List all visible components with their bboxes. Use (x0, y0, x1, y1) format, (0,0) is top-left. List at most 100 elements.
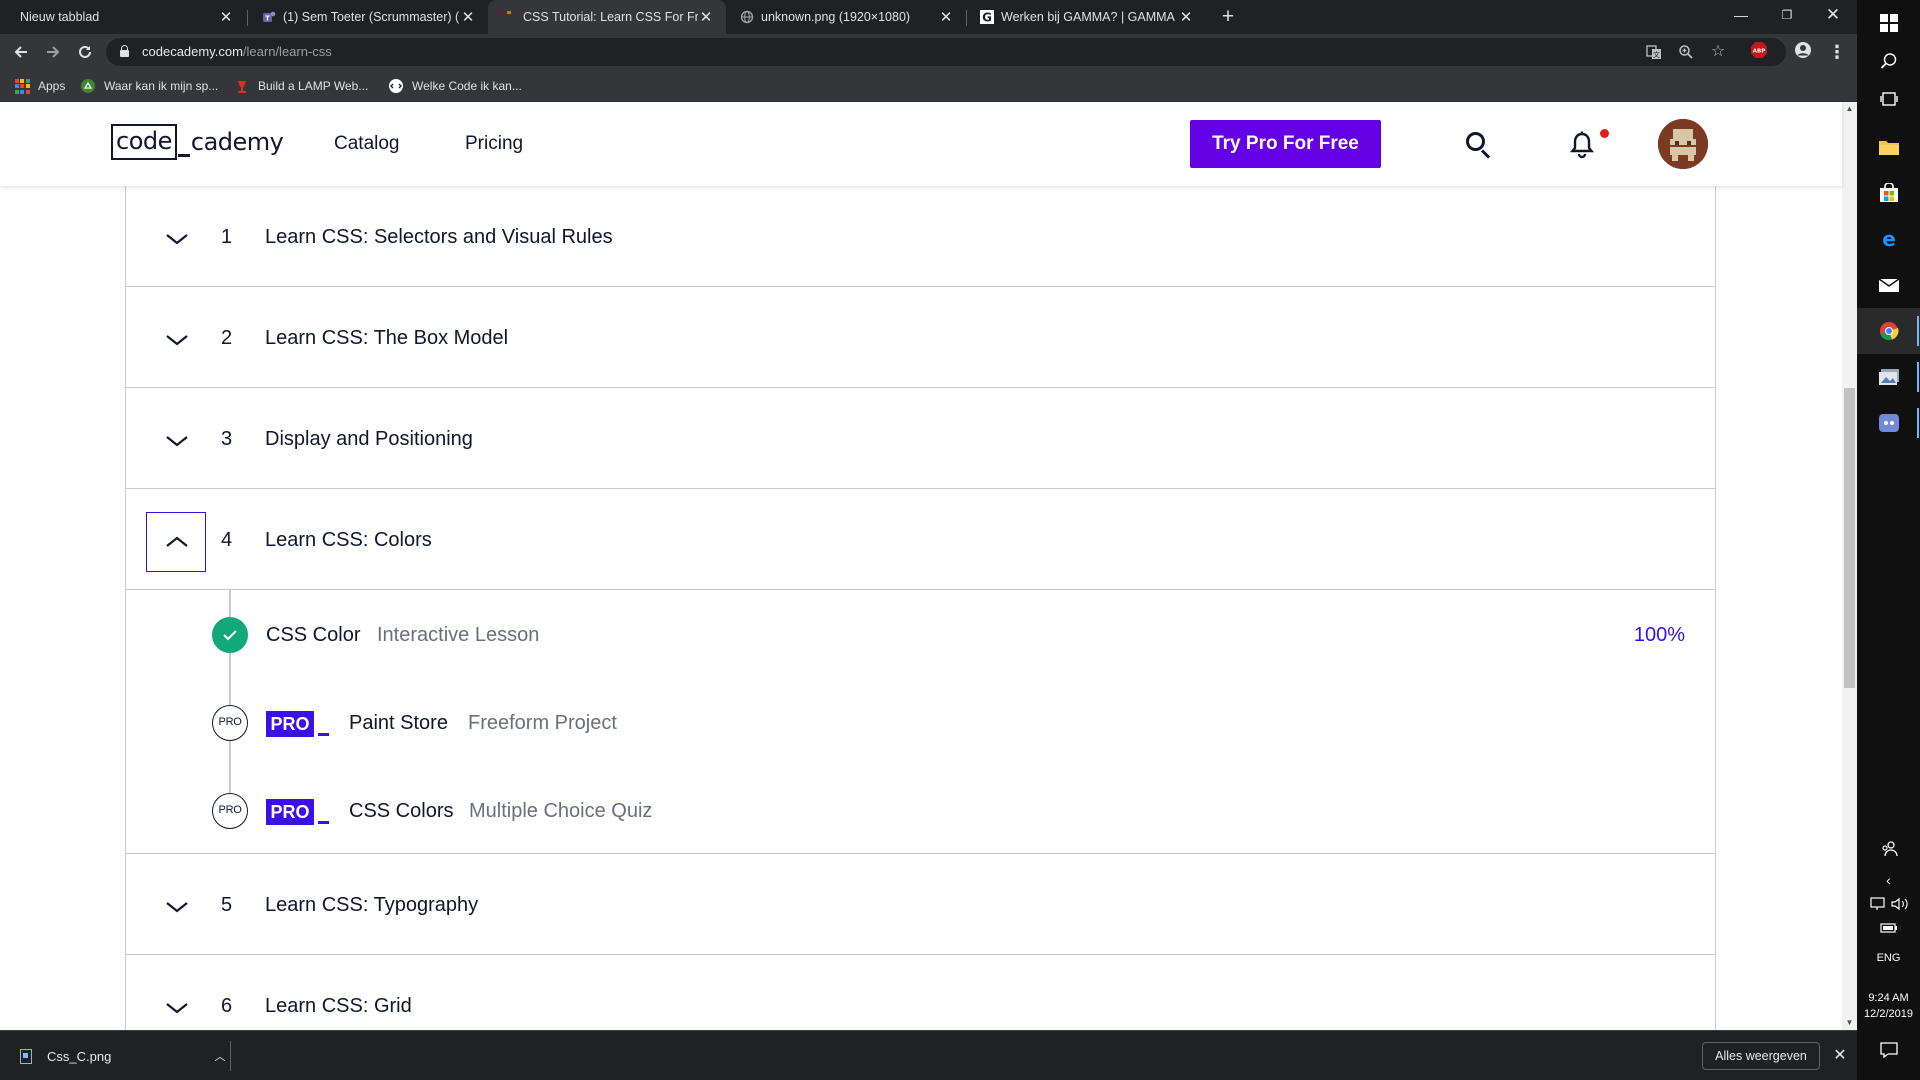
expand-button[interactable] (146, 411, 206, 471)
module-title[interactable]: Learn CSS: Selectors and Visual Rules (265, 226, 613, 249)
show-all-downloads-button[interactable]: Alles weergeven (1702, 1042, 1820, 1070)
lesson-name[interactable]: CSS Color (266, 624, 360, 647)
tab-close-icon[interactable]: ✕ (1178, 8, 1194, 26)
edge-icon[interactable]: e (1857, 216, 1920, 262)
close-window-button[interactable]: ✕ (1810, 0, 1856, 30)
tab-strip: Nieuw tabblad ✕ T (1) Sem Toeter (Scrumm… (0, 0, 1857, 34)
clock-date[interactable]: 12/2/2019 (1857, 1008, 1920, 1020)
pro-badge-cursor (318, 821, 329, 824)
windows-taskbar: e ‹ ENG 9:24 AM 12/2/2019 (1857, 0, 1920, 1080)
module-row[interactable]: 2 Learn CSS: The Box Model (126, 287, 1715, 388)
download-item[interactable]: Css_C.png ︿ (14, 1041, 230, 1071)
action-center-icon[interactable] (1857, 1042, 1920, 1061)
bookmark-lamp[interactable]: Build a LAMP Web... (234, 76, 368, 96)
chrome-icon[interactable] (1857, 308, 1920, 354)
logo-text: cademy (190, 128, 284, 156)
discord-icon[interactable] (1857, 400, 1920, 446)
profile-icon[interactable] (1792, 41, 1814, 63)
store-icon[interactable] (1857, 170, 1920, 216)
restore-button[interactable]: ❐ (1764, 0, 1810, 30)
translate-icon[interactable]: 文 (1644, 42, 1664, 62)
forward-arrow-icon (47, 46, 60, 58)
module-row[interactable]: 6 Learn CSS: Grid (126, 955, 1715, 1030)
lock-icon[interactable] (120, 45, 129, 57)
module-title[interactable]: Learn CSS: Grid (265, 995, 412, 1018)
reload-button[interactable] (72, 39, 98, 65)
gamma-icon: G (980, 10, 994, 24)
zoom-icon[interactable] (1676, 42, 1696, 62)
battery-icon[interactable] (1857, 922, 1920, 937)
module-title[interactable]: Learn CSS: Colors (265, 529, 432, 552)
nav-pricing[interactable]: Pricing (465, 133, 523, 155)
mail-icon[interactable] (1857, 262, 1920, 308)
try-pro-button[interactable]: Try Pro For Free (1190, 120, 1381, 168)
search-icon[interactable] (1466, 132, 1492, 159)
photos-icon[interactable] (1857, 354, 1920, 400)
expand-button[interactable] (146, 877, 206, 937)
teams-icon: T (262, 10, 276, 24)
download-filename[interactable]: Css_C.png (47, 1049, 210, 1064)
tab-close-icon[interactable]: ✕ (218, 8, 234, 26)
nav-catalog[interactable]: Catalog (334, 133, 400, 155)
pro-status-icon: PRO (212, 705, 248, 741)
module-row[interactable]: 3 Display and Positioning (126, 388, 1715, 489)
globe-icon (740, 10, 754, 24)
tab-0[interactable]: Nieuw tabblad ✕ (6, 0, 246, 34)
file-explorer-icon[interactable] (1857, 124, 1920, 170)
lesson-row[interactable]: CSS Color Interactive Lesson 100% (126, 615, 1715, 655)
adblock-icon[interactable]: ABP (1748, 41, 1770, 63)
bookmark-apps[interactable]: Apps (14, 76, 65, 96)
pro-badge-cursor (318, 733, 329, 736)
module-row-expanded[interactable]: 4 Learn CSS: Colors (126, 489, 1715, 590)
language-indicator[interactable]: ENG (1857, 952, 1920, 964)
tab-close-icon[interactable]: ✕ (938, 8, 954, 26)
module-row[interactable]: 1 Learn CSS: Selectors and Visual Rules (126, 186, 1715, 287)
close-downloads-icon[interactable]: ✕ (1829, 1042, 1851, 1070)
minimize-button[interactable]: — (1718, 0, 1764, 30)
chevron-down-icon (166, 234, 188, 245)
reload-icon (79, 45, 91, 58)
menu-kebab-icon[interactable]: ⋮ (1826, 41, 1848, 63)
chevron-up-icon[interactable]: ︿ (210, 1048, 230, 1064)
clock-time[interactable]: 9:24 AM (1857, 992, 1920, 1004)
tab-3[interactable]: unknown.png (1920×1080) ✕ (726, 0, 966, 34)
network-volume-icons[interactable] (1857, 896, 1920, 915)
bookmark-recycle[interactable]: Waar kan ik mijn sp... (80, 76, 218, 96)
url-text[interactable]: codecademy.com/learn/learn-css (142, 44, 332, 59)
lesson-type: Freeform Project (468, 712, 617, 734)
module-row[interactable]: 5 Learn CSS: Typography (126, 854, 1715, 955)
expand-button[interactable] (146, 209, 206, 269)
address-bar[interactable]: codecademy.com/learn/learn-css 文 ☆ (106, 38, 1786, 66)
expand-button[interactable] (146, 310, 206, 370)
task-view-icon[interactable] (1857, 76, 1920, 122)
svg-text:T: T (265, 15, 270, 23)
module-title[interactable]: Display and Positioning (265, 428, 473, 451)
lesson-row[interactable]: PRO PRO CSS Colors Multiple Choice Quiz (126, 791, 1715, 831)
tab-4[interactable]: G Werken bij GAMMA? | GAMMA ✕ (966, 0, 1206, 34)
pro-badge: PRO (266, 799, 330, 825)
bookmark-code[interactable]: Welke Code ik kan... (388, 76, 522, 96)
expand-button[interactable] (146, 978, 206, 1030)
bell-icon[interactable] (1568, 130, 1596, 160)
back-button[interactable] (8, 39, 34, 65)
module-title[interactable]: Learn CSS: Typography (265, 894, 478, 917)
lesson-row[interactable]: PRO PRO Paint Store Freeform Project (126, 703, 1715, 743)
tab-2-active[interactable]: CSS Tutorial: Learn CSS For Free | ✕ (488, 0, 726, 34)
tab-1[interactable]: T (1) Sem Toeter (Scrummaster) (C ✕ (248, 0, 488, 34)
chevron-left-icon[interactable]: ‹ (1857, 872, 1920, 888)
module-title[interactable]: Learn CSS: The Box Model (265, 327, 508, 350)
bookmark-star-icon[interactable]: ☆ (1708, 42, 1728, 62)
tab-close-icon[interactable]: ✕ (460, 8, 476, 26)
forward-button[interactable] (40, 39, 66, 65)
scroll-up-arrow-icon[interactable]: ▲ (1842, 102, 1857, 116)
lesson-name[interactable]: Paint Store (349, 712, 448, 735)
collapse-button[interactable] (146, 512, 206, 572)
codecademy-logo[interactable]: code cademy (111, 124, 284, 160)
scrollbar-thumb[interactable] (1844, 388, 1855, 688)
people-icon[interactable] (1857, 840, 1920, 861)
tab-close-icon[interactable]: ✕ (698, 8, 714, 26)
avatar[interactable] (1658, 119, 1708, 169)
lesson-name[interactable]: CSS Colors (349, 800, 453, 823)
new-tab-button[interactable]: + (1215, 4, 1241, 30)
scroll-down-arrow-icon[interactable]: ▼ (1842, 1016, 1857, 1030)
